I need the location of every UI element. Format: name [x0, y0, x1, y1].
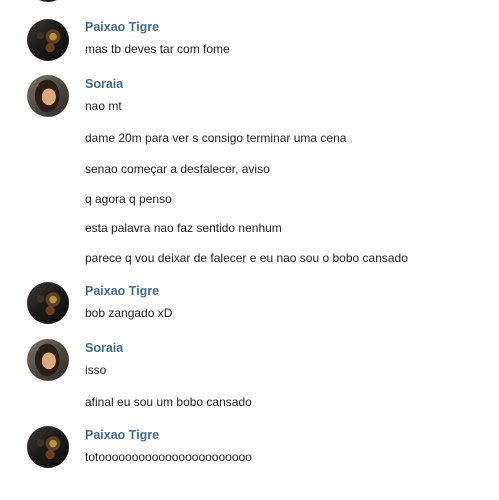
chat-message: totooooooooooooooooooooooo	[85, 450, 252, 464]
author-name[interactable]: Soraia	[85, 77, 123, 91]
chat-message: parece q vou deixar de falecer e eu nao …	[85, 251, 408, 265]
chat-message: senao começar a desfalecer, aviso	[85, 162, 270, 176]
author-name[interactable]: Paixao Tigre	[85, 20, 159, 34]
avatar-paixao-tigre[interactable]	[27, 426, 69, 468]
chat-message: mas tb deves tar com fome	[85, 42, 230, 56]
chat-message: afinal eu sou um bobo cansado	[85, 395, 252, 409]
chat-message: bob zangado xD	[85, 306, 173, 320]
chat-message: q agora q penso	[85, 192, 172, 206]
avatar-soraia[interactable]	[27, 75, 69, 117]
chat-transcript: Paixao Tigre mas tb deves tar com fome S…	[0, 0, 499, 500]
avatar-soraia[interactable]	[27, 339, 69, 381]
author-name[interactable]: Paixao Tigre	[85, 284, 159, 298]
avatar-paixao-tigre[interactable]	[27, 19, 69, 61]
avatar-paixao-tigre[interactable]	[27, 0, 69, 2]
chat-message: dame 20m para ver s consigo terminar uma…	[85, 131, 347, 145]
author-name[interactable]: Paixao Tigre	[85, 428, 159, 442]
author-name[interactable]: Soraia	[85, 341, 123, 355]
chat-message: isso	[85, 363, 107, 377]
chat-message: esta palavra nao faz sentido nenhum	[85, 221, 282, 235]
avatar-paixao-tigre[interactable]	[27, 282, 69, 324]
chat-message: nao mt	[85, 99, 122, 113]
